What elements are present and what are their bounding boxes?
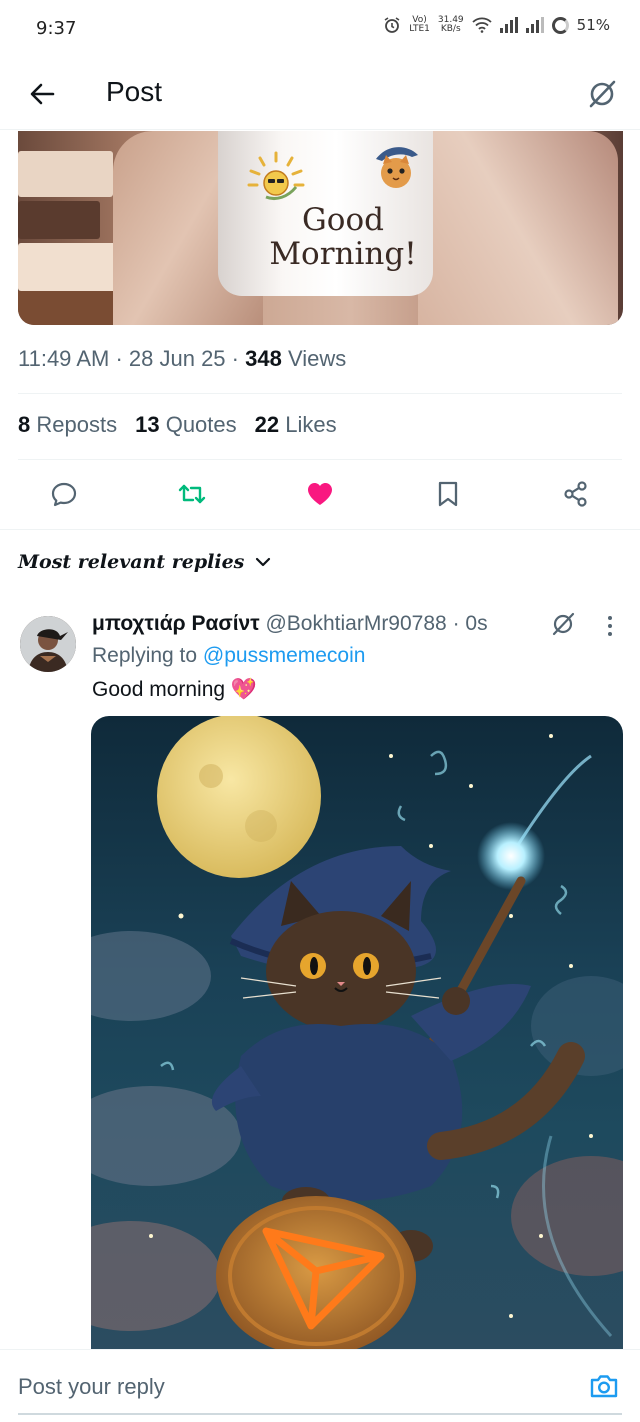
volte-indicator: Vo) LTE1 [409, 15, 430, 34]
battery-percent: 51% [576, 16, 610, 34]
post-time: 11:49 AM [18, 346, 110, 371]
page-title: Post [106, 76, 163, 107]
replying-prefix: Replying to [92, 644, 198, 667]
replies-sort-label: Most relevant replies [18, 551, 245, 573]
divider [0, 529, 640, 530]
status-time: 9:37 [36, 18, 77, 39]
bookmark-icon [438, 481, 458, 507]
network-speed: 31.49 KB/s [437, 15, 464, 34]
avatar[interactable] [20, 616, 76, 672]
reply-text: Good morning 💖 [92, 678, 258, 701]
alarm-icon [384, 17, 400, 33]
battery-icon [551, 16, 569, 34]
grok-icon [589, 80, 616, 108]
signal-icon-1 [499, 17, 518, 33]
quotes-stat[interactable]: 13 Quotes [135, 412, 237, 438]
post-meta: 11:49 AM · 28 Jun 25 · 348 Views [18, 346, 347, 371]
top-app-bar: Post [0, 60, 640, 130]
status-bar: 9:37 Vo) LTE1 31.49 KB/s 51% [0, 0, 640, 60]
cat-wizard-emblem-icon [376, 147, 418, 188]
back-button[interactable] [22, 74, 62, 114]
like-icon [308, 483, 332, 505]
post-image[interactable]: Good Morning! [18, 131, 623, 325]
signal-icon-2 [525, 17, 544, 33]
views-count: 348 [245, 346, 282, 371]
reply-icon [51, 482, 77, 507]
post-stats: 8 Reposts 13 Quotes 22 Likes [18, 412, 337, 438]
reply-handle[interactable]: @BokhtiarMr90788 [265, 612, 446, 635]
share-button[interactable] [558, 476, 594, 512]
like-button[interactable] [302, 476, 338, 512]
wizard-cat-illustration [91, 716, 623, 1356]
reply-grok-button[interactable] [548, 609, 578, 639]
reply-display-name[interactable]: μποχτιάρ Ρασίντ [92, 612, 260, 635]
views-label: Views [287, 346, 347, 371]
reply-button[interactable] [46, 476, 82, 512]
reply-header: μποχτιάρ Ρασίντ @BokhtiarMr90788 · 0s [92, 612, 488, 635]
status-icons: Vo) LTE1 31.49 KB/s 51% [383, 16, 610, 34]
grok-button[interactable] [582, 74, 622, 114]
books-illustration [18, 141, 128, 291]
divider [18, 459, 622, 460]
sun-emblem-icon [247, 151, 305, 201]
reply-time: 0s [465, 612, 488, 635]
reply-more-button[interactable] [596, 612, 624, 640]
chevron-down-icon [256, 557, 271, 567]
repost-button[interactable] [174, 476, 210, 512]
post-action-bar [0, 470, 640, 518]
replying-to: Replying to @pussmemecoin [92, 644, 365, 668]
mug-illustration: Good Morning! [218, 131, 433, 296]
reply-input[interactable]: Post your reply [18, 1374, 165, 1400]
reply-composer: Post your reply [0, 1349, 640, 1422]
grok-icon [552, 612, 575, 636]
post-date: 28 Jun 25 [128, 346, 226, 371]
camera-icon [590, 1375, 618, 1398]
divider [18, 393, 622, 394]
input-underline [18, 1413, 622, 1415]
reposts-stat[interactable]: 8 Reposts [18, 412, 117, 438]
reply-image[interactable] [91, 716, 623, 1356]
mug-greeting: Good Morning! [269, 202, 417, 272]
camera-button[interactable] [588, 1370, 620, 1402]
replies-sort-dropdown[interactable]: Most relevant replies [18, 551, 272, 573]
repost-icon [178, 484, 206, 504]
wifi-icon [472, 17, 492, 33]
more-vertical-icon [608, 616, 612, 636]
bookmark-button[interactable] [430, 476, 466, 512]
replying-to-link[interactable]: @pussmemecoin [203, 644, 366, 667]
share-icon [564, 481, 587, 507]
avatar-image [20, 616, 76, 672]
likes-stat[interactable]: 22 Likes [255, 412, 337, 438]
arrow-left-icon [30, 83, 55, 105]
